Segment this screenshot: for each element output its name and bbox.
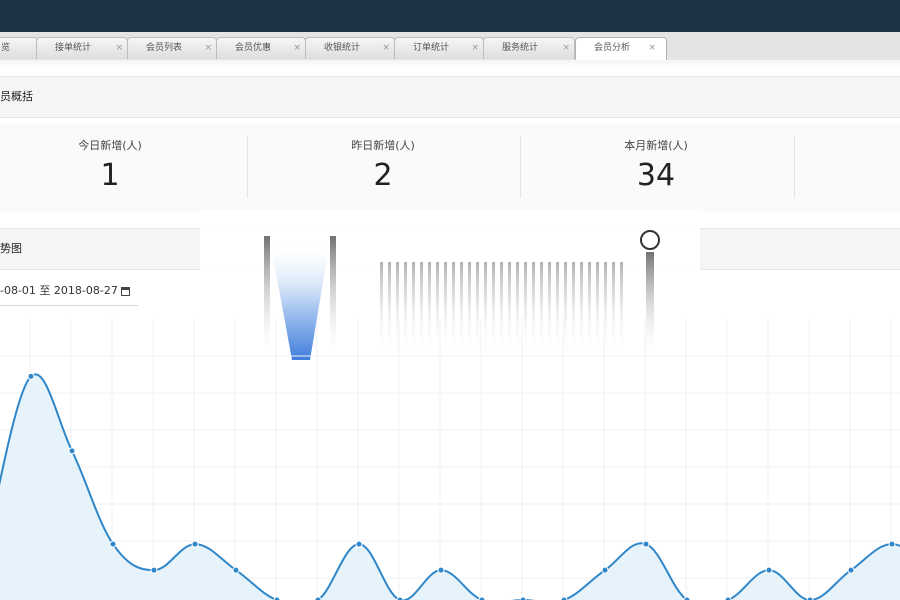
tab-label: 收银统计 [324,43,361,53]
overview-header: 员概括 [0,76,900,118]
tab-strip: 览 接单统计 × 会员列表 × 会员优惠 × 收银统计 × 订单统计 × 服务统… [0,32,900,61]
tab-label: 会员分析 [594,43,631,53]
tab-shadow [0,60,900,68]
stat-label: 今日新增(人) [78,139,142,152]
overview-title: 员概括 [0,90,33,103]
member-trend-chart [0,318,900,600]
data-point[interactable] [355,540,363,548]
data-point[interactable] [191,540,199,548]
close-icon[interactable]: × [204,38,212,58]
close-icon[interactable]: × [648,38,656,58]
top-bar [0,0,900,32]
data-point[interactable] [27,372,35,380]
stat-yesterday: 昨日新增(人) 2 [246,124,520,212]
close-icon[interactable]: × [115,38,123,58]
data-point[interactable] [109,540,117,548]
stat-month: 本月新增(人) 34 [519,124,793,212]
stat-value: 2 [373,158,393,193]
tab-label: 服务统计 [502,43,539,53]
data-point[interactable] [847,566,855,574]
stat-label: 本月新增(人) [624,139,688,152]
tab-label: 览 [1,43,11,53]
tab-service-stats[interactable]: 服务统计 × [483,37,575,59]
stat-value: 34 [636,158,676,193]
tab-member-analysis[interactable]: 会员分析 × [575,37,667,60]
stat-value: 1 [100,158,120,193]
tab-label: 会员优惠 [235,43,272,53]
close-icon[interactable]: × [293,38,301,58]
close-icon[interactable]: × [382,38,390,58]
data-point[interactable] [601,566,609,574]
data-point[interactable] [68,447,76,455]
data-point[interactable] [888,540,896,548]
data-point[interactable] [642,540,650,548]
tab-order-stats[interactable]: 接单统计 × [36,37,128,59]
tab-order-statistics[interactable]: 订单统计 × [394,37,484,59]
data-point[interactable] [765,566,773,574]
tab-overview[interactable]: 览 [0,37,38,59]
tab-label: 接单统计 [55,43,92,53]
trend-title: 势图 [0,242,22,255]
data-point[interactable] [437,566,445,574]
close-icon[interactable]: × [471,38,479,58]
series-line [0,373,900,600]
tab-cashier-stats[interactable]: 收银统计 × [305,37,395,59]
data-point[interactable] [150,566,158,574]
tab-member-discount[interactable]: 会员优惠 × [216,37,306,59]
tab-member-list[interactable]: 会员列表 × [127,37,217,59]
stat-today: 今日新增(人) 1 [0,124,247,212]
tab-label: 订单统计 [413,43,450,53]
stats-row: 今日新增(人) 1 昨日新增(人) 2 本月新增(人) 34 [0,124,900,212]
data-point[interactable] [232,566,240,574]
divider [794,136,795,198]
calendar-icon[interactable] [120,286,130,296]
tab-label: 会员列表 [146,43,183,53]
stat-label: 昨日新增(人) [351,139,415,152]
close-icon[interactable]: × [562,38,570,58]
date-range-text: -08-01 至 2018-08-27 [0,284,118,297]
date-range-input[interactable]: -08-01 至 2018-08-27 [0,277,138,306]
